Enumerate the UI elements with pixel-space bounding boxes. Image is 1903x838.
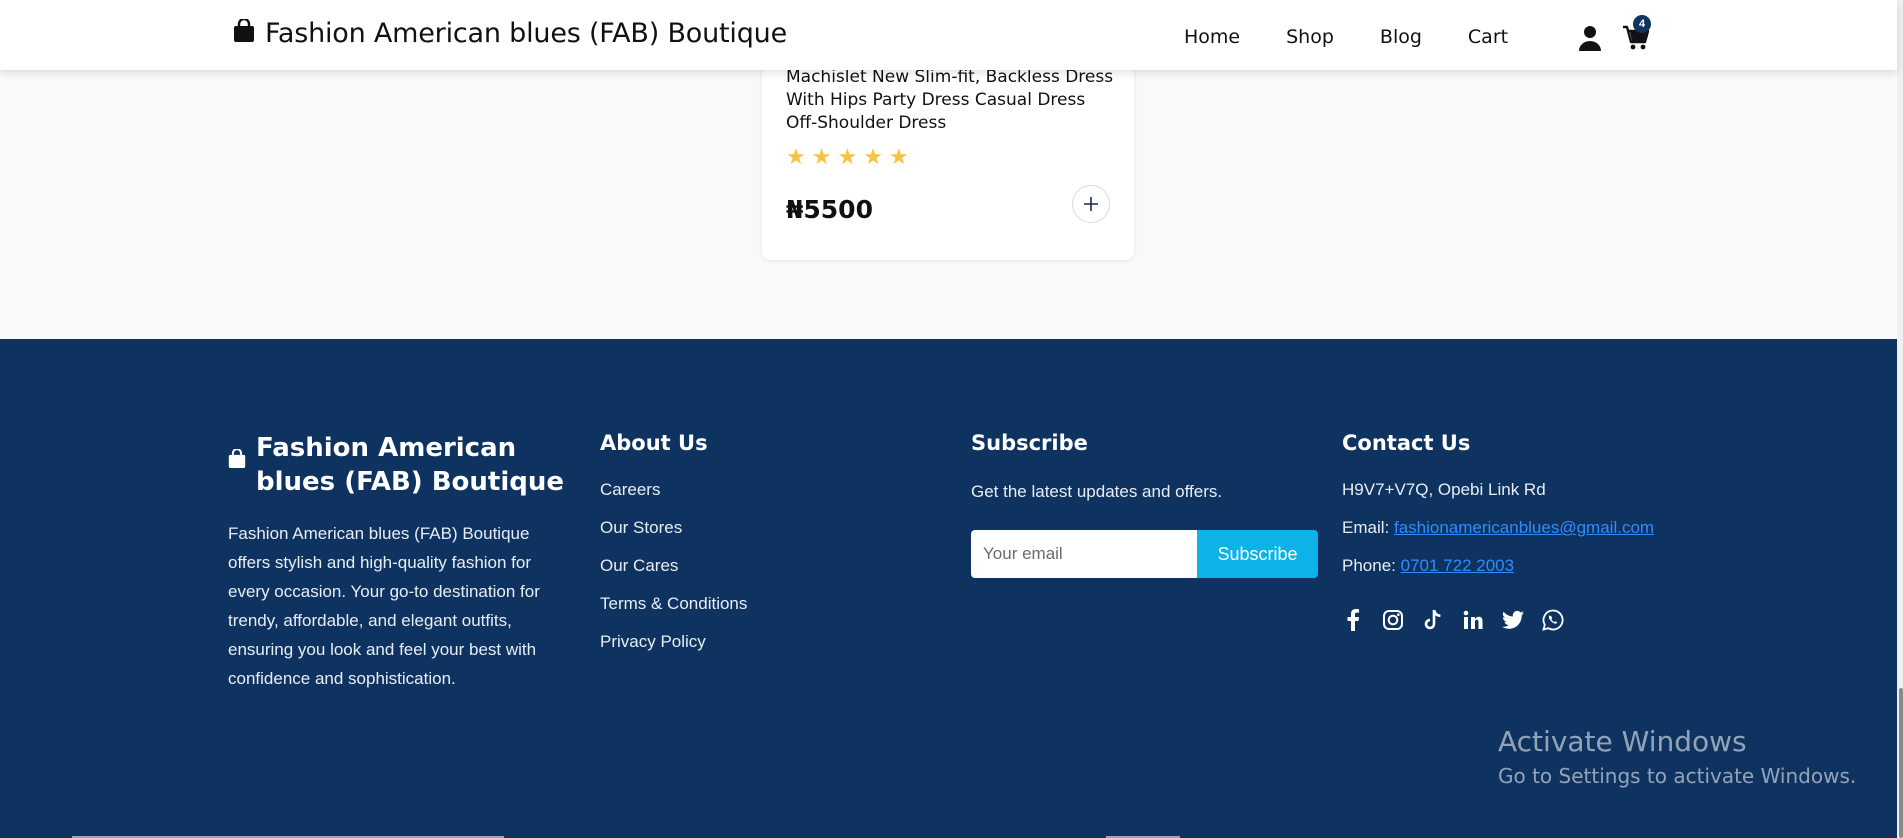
subscribe-heading: Subscribe [971, 431, 1088, 455]
contact-email-row: Email: fashionamericanblues@gmail.com [1342, 518, 1654, 556]
nav-cart[interactable]: Cart [1468, 26, 1508, 48]
phone-label: Phone: [1342, 556, 1396, 575]
product-card[interactable]: Machislet New Slim-fit, Backless Dress W… [762, 40, 1134, 260]
nav-home[interactable]: Home [1184, 26, 1240, 48]
brand-name: Fashion American blues (FAB) Boutique [265, 18, 787, 49]
activate-subtitle: Go to Settings to activate Windows. [1498, 764, 1857, 788]
cart-count-badge: 4 [1633, 15, 1651, 33]
facebook-icon[interactable] [1342, 609, 1364, 631]
contact-address: H9V7+V7Q, Opebi Link Rd [1342, 480, 1546, 499]
contact-heading: Contact Us [1342, 431, 1471, 455]
scrollbar-thumb[interactable] [1899, 688, 1903, 838]
shopping-bag-icon [233, 17, 255, 48]
phone-link[interactable]: 0701 722 2003 [1401, 556, 1514, 575]
contact-phone-row: Phone: 0701 722 2003 [1342, 556, 1654, 594]
main-nav: Home Shop Blog Cart [1184, 26, 1554, 48]
star-icon: ★ [863, 144, 883, 169]
activate-title: Activate Windows [1498, 725, 1747, 758]
page-scrollbar[interactable] [1897, 0, 1903, 838]
instagram-icon[interactable] [1382, 609, 1404, 631]
site-header: Fashion American blues (FAB) Boutique Ho… [0, 0, 1897, 70]
footer-link-privacy[interactable]: Privacy Policy [600, 632, 747, 670]
star-icon: ★ [837, 144, 858, 169]
add-to-cart-button[interactable] [1072, 185, 1110, 223]
product-rating: ★ ★ ★ ★ ★ [786, 146, 909, 168]
plus-icon [1084, 197, 1098, 211]
tiktok-icon[interactable] [1422, 609, 1444, 631]
star-icon: ★ [888, 144, 909, 169]
about-heading: About Us [600, 431, 708, 455]
social-links [1342, 609, 1564, 631]
email-label: Email: [1342, 518, 1390, 537]
footer-link-cares[interactable]: Our Cares [600, 556, 747, 594]
email-input[interactable] [971, 530, 1197, 578]
footer-link-careers[interactable]: Careers [600, 480, 747, 518]
windows-activation-watermark: Activate Windows Go to Settings to activ… [1498, 725, 1856, 788]
product-title[interactable]: Machislet New Slim-fit, Backless Dress W… [786, 66, 1116, 135]
star-icon: ★ [786, 144, 806, 169]
email-link[interactable]: fashionamericanblues@gmail.com [1394, 518, 1654, 537]
linkedin-icon[interactable] [1462, 609, 1484, 631]
twitter-icon[interactable] [1502, 609, 1524, 631]
nav-blog[interactable]: Blog [1380, 26, 1422, 48]
subscribe-button[interactable]: Subscribe [1197, 530, 1318, 578]
star-icon: ★ [811, 144, 832, 169]
nav-shop[interactable]: Shop [1286, 26, 1334, 48]
product-price: ₦5500 [786, 195, 873, 224]
footer-link-stores[interactable]: Our Stores [600, 518, 747, 556]
user-icon[interactable] [1578, 25, 1602, 56]
subscribe-form: Subscribe [971, 530, 1318, 578]
footer-description: Fashion American blues (FAB) Boutique of… [228, 524, 540, 688]
contact-info: H9V7+V7Q, Opebi Link Rd Email: fashionam… [1342, 480, 1654, 594]
brand-logo[interactable]: Fashion American blues (FAB) Boutique [233, 17, 787, 49]
footer-link-terms[interactable]: Terms & Conditions [600, 594, 747, 632]
shopping-bag-icon [228, 448, 246, 499]
about-links: Careers Our Stores Our Cares Terms & Con… [600, 480, 747, 670]
whatsapp-icon[interactable] [1542, 609, 1564, 631]
subscribe-text: Get the latest updates and offers. [971, 482, 1223, 501]
footer-brand-name: Fashion American blues (FAB) Boutique [256, 433, 565, 497]
footer-brand: Fashion American blues (FAB) Boutique [228, 431, 576, 499]
